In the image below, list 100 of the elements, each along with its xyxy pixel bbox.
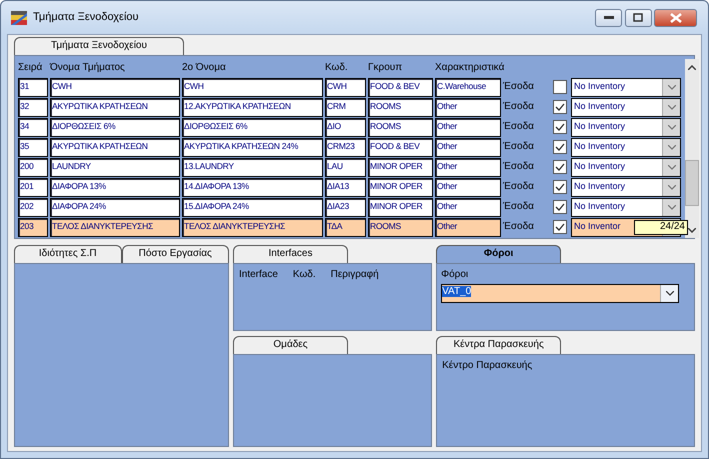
- panel-label: Κέντρο Παρασκευής: [442, 360, 534, 372]
- checkbox[interactable]: [553, 160, 567, 174]
- checkbox[interactable]: [553, 100, 567, 114]
- inventory-dropdown[interactable]: No Inventory: [571, 98, 681, 116]
- type-label: Έσοδα: [503, 141, 535, 153]
- inventory-dropdown[interactable]: No Inventory: [571, 78, 681, 96]
- table-cell: ΔΙΑ13: [325, 178, 366, 196]
- tab[interactable]: Ομάδες: [233, 336, 348, 354]
- maximize-icon: [633, 13, 643, 22]
- record-counter-tooltip: 24/24: [634, 220, 688, 235]
- type-label: Έσοδα: [503, 221, 535, 233]
- column-header: Interface: [239, 269, 278, 282]
- app-icon: [11, 10, 27, 24]
- checkbox[interactable]: [553, 140, 567, 154]
- tax-dropdown[interactable]: VAT_0: [441, 284, 680, 302]
- table-cell: Other: [435, 138, 501, 156]
- column-header: Κωδ.: [292, 269, 316, 282]
- table-row[interactable]: 201 ΔΙΑΦΟΡΑ 13% 14.ΔΙΑΦΟΡΑ 13% ΔΙΑ13 MINOR OPER Other Έσοδα No Inventory: [18, 177, 681, 197]
- type-label: Έσοδα: [503, 181, 535, 193]
- table-cell: ΑΚΥΡΩΤΙΚΑ ΚΡΑΤΗΣΕΩΝ 24%: [182, 138, 323, 156]
- table-row[interactable]: 200 LAUNDRY 13.LAUNDRY LAU MINOR OPER Other Έσοδα No Inventory: [18, 157, 681, 177]
- table-cell: 14.ΔΙΑΦΟΡΑ 13%: [182, 178, 323, 196]
- chevron-down-icon: [668, 184, 676, 190]
- table-cell: ΤΔΑ: [325, 218, 366, 236]
- minimize-icon: [604, 16, 614, 20]
- checkbox[interactable]: [553, 120, 567, 134]
- type-label: Έσοδα: [503, 81, 535, 93]
- table-cell: MINOR OPER: [368, 158, 433, 176]
- table-cell: MINOR OPER: [368, 178, 433, 196]
- type-label: Έσοδα: [503, 201, 535, 213]
- inventory-dropdown[interactable]: No Inventory: [571, 138, 681, 156]
- table-cell: CWH: [50, 78, 180, 96]
- column-header: Γκρουπ: [368, 62, 404, 74]
- table-cell: Other: [435, 198, 501, 216]
- checkbox[interactable]: [553, 180, 567, 194]
- table-cell: 13.LAUNDRY: [182, 158, 323, 176]
- table-cell: Other: [435, 118, 501, 136]
- inventory-dropdown[interactable]: No Inventory: [571, 178, 681, 196]
- type-label: Έσοδα: [503, 121, 535, 133]
- type-label: Έσοδα: [503, 161, 535, 173]
- tab[interactable]: Ιδιότητες Σ.Π: [14, 245, 122, 263]
- table-cell: 201: [18, 178, 48, 196]
- field-label: Φόροι: [441, 269, 470, 281]
- chevron-down-icon: [668, 144, 676, 150]
- table-row[interactable]: 34 ΔΙΟΡΘΩΣΕΙΣ 6% ΔΙΟΡΘΩΣΕΙΣ 6% ΔΙΟ ROOMS Other Έσοδα No Inventory: [18, 117, 681, 137]
- table-cell: Other: [435, 158, 501, 176]
- close-icon: [670, 12, 682, 22]
- table-cell: ΔΙΟΡΘΩΣΕΙΣ 6%: [182, 118, 323, 136]
- table-cell: ΔΙΑΦΟΡΑ 24%: [50, 198, 180, 216]
- window-title: Τμήματα Ξενοδοχείου: [33, 10, 139, 24]
- table-cell: Other: [435, 178, 501, 196]
- type-label: Έσοδα: [503, 101, 535, 113]
- table-cell: MINOR OPER: [368, 198, 433, 216]
- tab[interactable]: Interfaces: [233, 245, 348, 263]
- checkbox[interactable]: [553, 220, 567, 234]
- table-cell: CWH: [325, 78, 366, 96]
- table-row[interactable]: 35 ΑΚΥΡΩΤΙΚΑ ΚΡΑΤΗΣΕΩΝ ΑΚΥΡΩΤΙΚΑ ΚΡΑΤΗΣΕΩΝ 24% CRM23 FOOD & BEV Other Έσοδα No Inventory: [18, 137, 681, 157]
- table-cell: 31: [18, 78, 48, 96]
- table-cell: 202: [18, 198, 48, 216]
- table-row[interactable]: 31 CWH CWH CWH FOOD & BEV C.Warehouse Έσοδα No Inventory: [18, 77, 681, 97]
- column-header: Χαρακτηριστικά: [435, 62, 504, 74]
- table-cell: C.Warehouse: [435, 78, 501, 96]
- table-cell: ΤΕΛΟΣ ΔΙΑΝΥΚΤΕΡΕΥΣΗΣ: [50, 218, 180, 236]
- table-cell: ΑΚΥΡΩΤΙΚΑ ΚΡΑΤΗΣΕΩΝ: [50, 138, 180, 156]
- inventory-dropdown[interactable]: No Inventory: [571, 198, 681, 216]
- table-cell: Other: [435, 218, 501, 236]
- scroll-up-icon[interactable]: [688, 64, 696, 70]
- chevron-down-icon: [668, 84, 676, 90]
- maximize-button[interactable]: [624, 8, 652, 26]
- inventory-dropdown[interactable]: No Inventory: [571, 158, 681, 176]
- table-cell: ΤΕΛΟΣ ΔΙΑΝΥΚΤΕΡΕΥΣΗΣ: [182, 218, 323, 236]
- column-header: Κωδ.: [325, 62, 349, 74]
- table-cell: CRM: [325, 98, 366, 116]
- tab[interactable]: Κέντρα Παρασκευής: [436, 336, 562, 354]
- table-cell: FOOD & BEV: [368, 78, 433, 96]
- chevron-down-icon: [668, 104, 676, 110]
- table-cell: Other: [435, 98, 501, 116]
- table-cell: 15.ΔΙΑΦΟΡΑ 24%: [182, 198, 323, 216]
- tab[interactable]: Τμήματα Ξενοδοχείου: [14, 37, 184, 55]
- tab[interactable]: Φόροι: [436, 245, 562, 263]
- table-cell: 200: [18, 158, 48, 176]
- checkbox[interactable]: [553, 80, 567, 94]
- chevron-down-icon: [668, 164, 676, 170]
- minimize-button[interactable]: [595, 8, 622, 26]
- scrollbar[interactable]: [685, 59, 699, 238]
- chevron-down-icon: [668, 204, 676, 210]
- column-header: Όνομα Τμήματος: [50, 62, 126, 74]
- inventory-dropdown[interactable]: No Inventory: [571, 118, 681, 136]
- scroll-down-icon[interactable]: [688, 228, 696, 232]
- table-cell: CRM23: [325, 138, 366, 156]
- table-cell: ROOMS: [368, 218, 433, 236]
- tab[interactable]: Πόστο Εργασίας: [122, 245, 229, 263]
- table-cell: ΔΙΟΡΘΩΣΕΙΣ 6%: [50, 118, 180, 136]
- table-cell: LAU: [325, 158, 366, 176]
- table-row[interactable]: 202 ΔΙΑΦΟΡΑ 24% 15.ΔΙΑΦΟΡΑ 24% ΔΙΑ23 MINOR OPER Other Έσοδα No Inventory: [18, 197, 681, 217]
- checkbox[interactable]: [553, 200, 567, 214]
- table-cell: ROOMS: [368, 98, 433, 116]
- table-row[interactable]: 32 ΑΚΥΡΩΤΙΚΑ ΚΡΑΤΗΣΕΩΝ 12.ΑΚΥΡΩΤΙΚΑ ΚΡΑΤΗΣΕΩΝ CRM ROOMS Other Έσοδα No Inventory: [18, 97, 681, 117]
- close-button[interactable]: [654, 8, 697, 26]
- table-cell: ΔΙΟ: [325, 118, 366, 136]
